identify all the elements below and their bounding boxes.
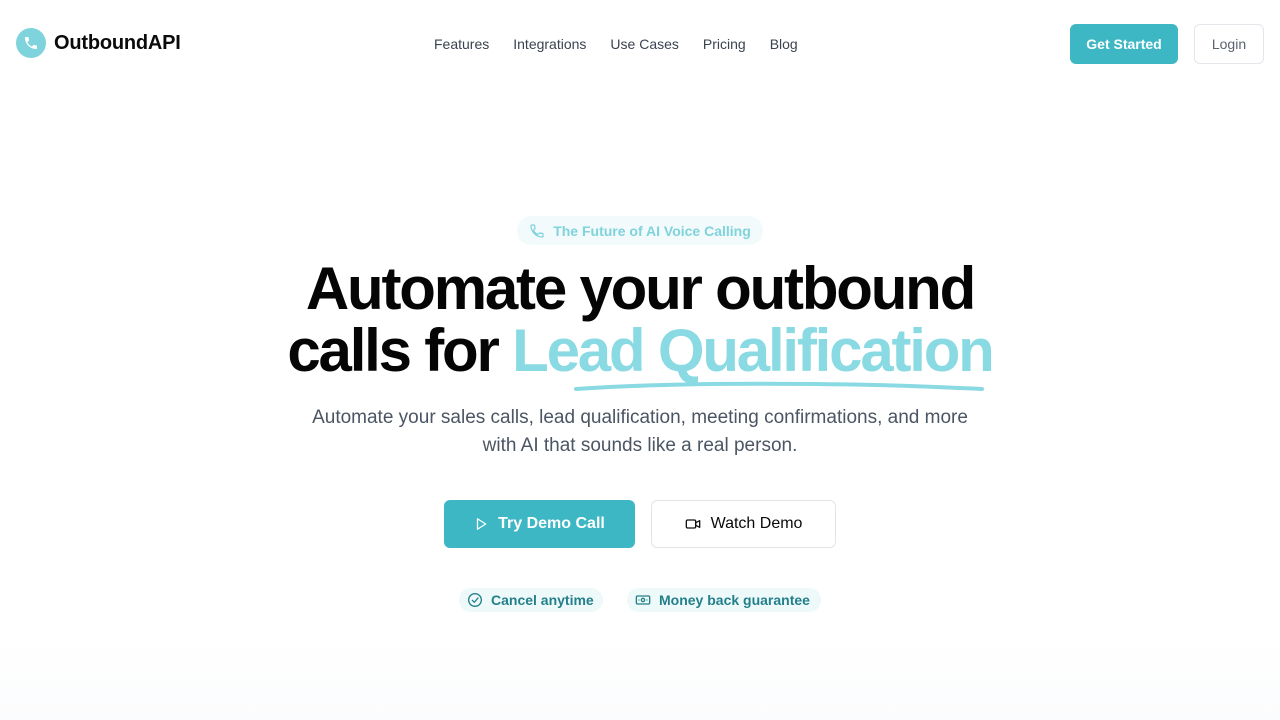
play-icon — [474, 517, 488, 531]
nav-item-blog[interactable]: Blog — [770, 34, 798, 54]
phone-icon — [16, 28, 46, 58]
hero-pill-text: The Future of AI Voice Calling — [553, 222, 751, 239]
hero-headline: Automate your outbound calls for Lead Qu… — [0, 255, 1280, 391]
headline-prefix: calls for — [287, 317, 500, 384]
headline-line-1: Automate your outbound — [305, 255, 976, 322]
hero-subtitle: Automate your sales calls, lead qualific… — [312, 407, 968, 456]
badge-money-label: Money back guarantee — [659, 592, 810, 608]
nav-item-integrations[interactable]: Integrations — [513, 34, 586, 54]
hero-pill: The Future of AI Voice Calling — [517, 216, 763, 245]
phone-icon — [529, 223, 545, 239]
headline-underline — [574, 381, 985, 391]
check-circle-icon — [467, 592, 483, 608]
video-icon — [685, 516, 701, 532]
main-nav: Features Integrations Use Cases Pricing … — [434, 34, 798, 54]
site-header: OutboundAPI Features Integrations Use Ca… — [0, 0, 1280, 88]
badge-cancel-anytime: Cancel anytime — [459, 588, 603, 612]
nav-item-features[interactable]: Features — [434, 34, 489, 54]
brand-name: OutboundAPI — [54, 31, 181, 54]
watch-demo-label: Watch Demo — [710, 515, 803, 532]
watch-demo-button[interactable]: Watch Demo — [651, 500, 836, 548]
headline-accent-text: Lead Qualification — [512, 317, 995, 384]
login-button[interactable]: Login — [1194, 24, 1264, 64]
get-started-button[interactable]: Get Started — [1070, 24, 1178, 64]
nav-item-pricing[interactable]: Pricing — [703, 34, 746, 54]
brand[interactable]: OutboundAPI — [16, 28, 181, 58]
try-demo-call-label: Try Demo Call — [498, 515, 605, 532]
nav-item-use-cases[interactable]: Use Cases — [610, 34, 678, 54]
headline-accent: Lead Qualification — [512, 317, 995, 391]
try-demo-call-button[interactable]: Try Demo Call — [444, 500, 635, 548]
banknote-icon — [635, 592, 651, 608]
badge-cancel-label: Cancel anytime — [491, 592, 594, 608]
badge-money-back: Money back guarantee — [627, 588, 821, 612]
